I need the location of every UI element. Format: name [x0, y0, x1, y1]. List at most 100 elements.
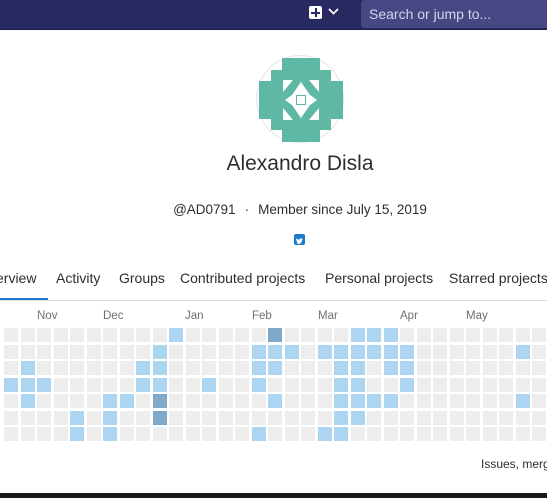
- contribution-cell[interactable]: [449, 377, 464, 392]
- contribution-cell[interactable]: [86, 328, 101, 342]
- contribution-cell[interactable]: [218, 328, 233, 342]
- contribution-cell[interactable]: [499, 328, 513, 342]
- contribution-cell[interactable]: [334, 427, 348, 441]
- contribution-cell[interactable]: [218, 427, 233, 441]
- contribution-cell[interactable]: [37, 328, 51, 342]
- contribution-cell[interactable]: [53, 427, 68, 441]
- contribution-cell[interactable]: [284, 361, 299, 375]
- contribution-cell[interactable]: [317, 377, 332, 392]
- contribution-cell[interactable]: [466, 410, 480, 425]
- contribution-cell[interactable]: [433, 377, 447, 392]
- contribution-cell[interactable]: [169, 377, 183, 392]
- contribution-cell[interactable]: [235, 361, 249, 375]
- contribution-cell[interactable]: [20, 394, 35, 408]
- contribution-cell[interactable]: [383, 328, 398, 342]
- contribution-cell[interactable]: [103, 394, 117, 408]
- contribution-cell[interactable]: [235, 427, 249, 441]
- contribution-cell[interactable]: [317, 328, 332, 342]
- contribution-cell[interactable]: [4, 328, 18, 342]
- contribution-cell[interactable]: [449, 427, 464, 441]
- contribution-cell[interactable]: [37, 361, 51, 375]
- contribution-cell[interactable]: [532, 344, 546, 359]
- contribution-cell[interactable]: [400, 394, 414, 408]
- contribution-cell[interactable]: [70, 427, 84, 441]
- contribution-cell[interactable]: [449, 394, 464, 408]
- contribution-cell[interactable]: [449, 361, 464, 375]
- contribution-cell[interactable]: [251, 410, 266, 425]
- contribution-cell[interactable]: [4, 377, 18, 392]
- contribution-cell[interactable]: [466, 328, 480, 342]
- contribution-cell[interactable]: [532, 377, 546, 392]
- contribution-cell[interactable]: [350, 344, 365, 359]
- contribution-cell[interactable]: [152, 344, 167, 359]
- contribution-cell[interactable]: [350, 394, 365, 408]
- contribution-cell[interactable]: [103, 427, 117, 441]
- contribution-cell[interactable]: [515, 427, 530, 441]
- tab-contributed-projects[interactable]: Contributed projects: [180, 270, 305, 286]
- contribution-cell[interactable]: [268, 394, 282, 408]
- contribution-cell[interactable]: [350, 427, 365, 441]
- contribution-cell[interactable]: [185, 377, 200, 392]
- contribution-cell[interactable]: [152, 361, 167, 375]
- contribution-cell[interactable]: [70, 328, 84, 342]
- contribution-cell[interactable]: [317, 344, 332, 359]
- contribution-cell[interactable]: [482, 328, 497, 342]
- contribution-cell[interactable]: [268, 344, 282, 359]
- contribution-cell[interactable]: [20, 344, 35, 359]
- contribution-cell[interactable]: [86, 344, 101, 359]
- contribution-cell[interactable]: [317, 427, 332, 441]
- contribution-cell[interactable]: [53, 344, 68, 359]
- contribution-cell[interactable]: [202, 394, 216, 408]
- contribution-cell[interactable]: [466, 427, 480, 441]
- contribution-cell[interactable]: [268, 328, 282, 342]
- contribution-cell[interactable]: [86, 410, 101, 425]
- contribution-cell[interactable]: [433, 344, 447, 359]
- contribution-cell[interactable]: [350, 377, 365, 392]
- contribution-cell[interactable]: [185, 410, 200, 425]
- contribution-cell[interactable]: [152, 394, 167, 408]
- contribution-cell[interactable]: [515, 394, 530, 408]
- contribution-cell[interactable]: [400, 410, 414, 425]
- contribution-cell[interactable]: [235, 344, 249, 359]
- contribution-cell[interactable]: [383, 377, 398, 392]
- contribution-cell[interactable]: [449, 410, 464, 425]
- contribution-cell[interactable]: [70, 394, 84, 408]
- contribution-cell[interactable]: [152, 410, 167, 425]
- contribution-cell[interactable]: [20, 377, 35, 392]
- tab-starred-projects[interactable]: Starred projects: [449, 270, 547, 286]
- contribution-cell[interactable]: [103, 377, 117, 392]
- plus-square-icon[interactable]: [309, 6, 322, 19]
- contribution-cell[interactable]: [119, 344, 134, 359]
- tab-groups[interactable]: Groups: [119, 270, 165, 286]
- contribution-cell[interactable]: [136, 361, 150, 375]
- contribution-cell[interactable]: [532, 394, 546, 408]
- contribution-cell[interactable]: [433, 427, 447, 441]
- contribution-cell[interactable]: [86, 427, 101, 441]
- contribution-cell[interactable]: [367, 344, 381, 359]
- tab-overview[interactable]: erview: [0, 270, 36, 286]
- contribution-cell[interactable]: [499, 361, 513, 375]
- contribution-cell[interactable]: [499, 377, 513, 392]
- contribution-cell[interactable]: [103, 361, 117, 375]
- contribution-cell[interactable]: [169, 427, 183, 441]
- contribution-cell[interactable]: [499, 410, 513, 425]
- contribution-cell[interactable]: [532, 410, 546, 425]
- contribution-cell[interactable]: [251, 377, 266, 392]
- contribution-cell[interactable]: [20, 361, 35, 375]
- contribution-cell[interactable]: [268, 410, 282, 425]
- contribution-cell[interactable]: [334, 344, 348, 359]
- contribution-cell[interactable]: [466, 361, 480, 375]
- contribution-cell[interactable]: [400, 377, 414, 392]
- contribution-cell[interactable]: [416, 427, 431, 441]
- contribution-cell[interactable]: [202, 328, 216, 342]
- contribution-cell[interactable]: [482, 377, 497, 392]
- contribution-cell[interactable]: [515, 377, 530, 392]
- contribution-cell[interactable]: [53, 361, 68, 375]
- contribution-cell[interactable]: [202, 361, 216, 375]
- contribution-cell[interactable]: [152, 328, 167, 342]
- contribution-cell[interactable]: [119, 377, 134, 392]
- contribution-cell[interactable]: [515, 410, 530, 425]
- contribution-cell[interactable]: [367, 410, 381, 425]
- contribution-cell[interactable]: [169, 328, 183, 342]
- contribution-cell[interactable]: [383, 410, 398, 425]
